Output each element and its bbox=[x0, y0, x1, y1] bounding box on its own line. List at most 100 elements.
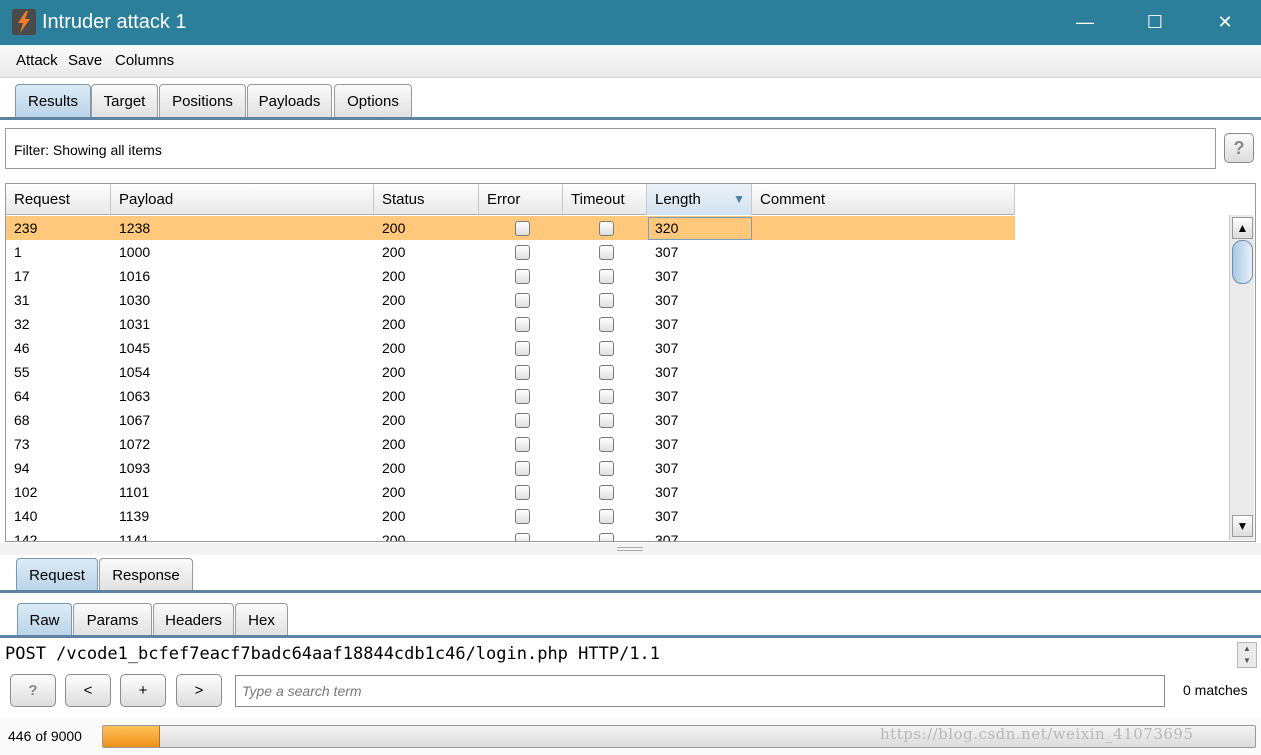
tab-params[interactable]: Params bbox=[73, 603, 152, 637]
sort-descending-icon: ▼ bbox=[733, 192, 745, 206]
error-checkbox bbox=[515, 269, 530, 284]
cell-request: 32 bbox=[14, 316, 30, 332]
raw-scroll-down-arrow-icon[interactable]: ▼ bbox=[1238, 655, 1256, 667]
cell-payload: 1072 bbox=[119, 436, 151, 452]
tab-response[interactable]: Response bbox=[99, 558, 193, 592]
cell-request: 46 bbox=[14, 340, 30, 356]
table-row[interactable]: 102 1101 200 307 bbox=[6, 480, 1015, 504]
cell-status: 200 bbox=[382, 436, 406, 452]
error-checkbox bbox=[515, 245, 530, 260]
cell-length: 307 bbox=[655, 388, 679, 404]
search-matches: 0 matches bbox=[1183, 682, 1248, 698]
cell-payload: 1000 bbox=[119, 244, 151, 260]
timeout-checkbox bbox=[599, 365, 614, 380]
timeout-checkbox bbox=[599, 485, 614, 500]
table-row[interactable]: 239 1238 200 320 bbox=[6, 216, 1015, 240]
column-request[interactable]: Request bbox=[6, 184, 111, 215]
pane-splitter[interactable] bbox=[0, 543, 1261, 555]
tab-underline-3 bbox=[0, 635, 1261, 638]
column-length-label: Length bbox=[655, 191, 701, 208]
error-checkbox bbox=[515, 485, 530, 500]
tab-results[interactable]: Results bbox=[15, 84, 91, 118]
menu-attack[interactable]: Attack bbox=[16, 52, 58, 69]
cell-payload: 1063 bbox=[119, 388, 151, 404]
error-checkbox bbox=[515, 413, 530, 428]
cell-request: 64 bbox=[14, 388, 30, 404]
column-payload[interactable]: Payload bbox=[111, 184, 374, 215]
progress-fill bbox=[103, 726, 161, 747]
tab-request[interactable]: Request bbox=[16, 558, 98, 592]
cell-payload: 1030 bbox=[119, 292, 151, 308]
cell-payload: 1031 bbox=[119, 316, 151, 332]
error-checkbox bbox=[515, 293, 530, 308]
close-button[interactable]: ✕ bbox=[1190, 0, 1260, 45]
focused-cell-outline bbox=[648, 217, 752, 240]
scroll-down-arrow-icon[interactable]: ▼ bbox=[1232, 515, 1253, 537]
menu-columns[interactable]: Columns bbox=[115, 52, 174, 69]
cell-status: 200 bbox=[382, 220, 406, 236]
cell-request: 140 bbox=[14, 508, 38, 524]
scroll-up-arrow-icon[interactable]: ▲ bbox=[1232, 217, 1253, 239]
raw-scroll-up-arrow-icon[interactable]: ▲ bbox=[1238, 643, 1256, 655]
maximize-button[interactable]: ☐ bbox=[1120, 0, 1190, 45]
search-next-button[interactable]: > bbox=[176, 674, 222, 707]
cell-length: 307 bbox=[655, 484, 679, 500]
scroll-thumb[interactable] bbox=[1232, 240, 1253, 284]
table-row[interactable]: 94 1093 200 307 bbox=[6, 456, 1015, 480]
cell-status: 200 bbox=[382, 532, 406, 542]
burp-lightning-icon bbox=[12, 9, 36, 35]
table-row[interactable]: 31 1030 200 307 bbox=[6, 288, 1015, 312]
search-add-button[interactable]: + bbox=[120, 674, 166, 707]
table-row[interactable]: 1 1000 200 307 bbox=[6, 240, 1015, 264]
raw-request-text[interactable]: POST /vcode1_bcfef7eacf7badc64aaf18844cd… bbox=[0, 640, 1236, 668]
cell-request: 239 bbox=[14, 220, 38, 236]
table-row[interactable]: 32 1031 200 307 bbox=[6, 312, 1015, 336]
timeout-checkbox bbox=[599, 437, 614, 452]
table-row[interactable]: 142 1141 200 307 bbox=[6, 528, 1015, 542]
filter-help-button[interactable]: ? bbox=[1224, 133, 1254, 163]
tab-options[interactable]: Options bbox=[334, 84, 412, 118]
table-row[interactable]: 55 1054 200 307 bbox=[6, 360, 1015, 384]
column-timeout[interactable]: Timeout bbox=[563, 184, 647, 215]
tab-underline bbox=[0, 117, 1261, 120]
cell-length: 307 bbox=[655, 460, 679, 476]
table-row[interactable]: 140 1139 200 307 bbox=[6, 504, 1015, 528]
cell-payload: 1141 bbox=[119, 532, 150, 542]
timeout-checkbox bbox=[599, 461, 614, 476]
minimize-button[interactable]: — bbox=[1050, 0, 1120, 45]
search-help-button[interactable]: ? bbox=[10, 674, 56, 707]
column-error[interactable]: Error bbox=[479, 184, 563, 215]
search-previous-button[interactable]: < bbox=[65, 674, 111, 707]
table-scrollbar[interactable]: ▲ ▼ bbox=[1229, 215, 1254, 540]
tab-headers[interactable]: Headers bbox=[153, 603, 234, 637]
view-tab-bar: Raw Params Headers Hex bbox=[0, 603, 1261, 637]
error-checkbox bbox=[515, 365, 530, 380]
progress-count: 446 of 9000 bbox=[8, 728, 82, 744]
tab-hex[interactable]: Hex bbox=[235, 603, 288, 637]
table-row[interactable]: 17 1016 200 307 bbox=[6, 264, 1015, 288]
table-row[interactable]: 68 1067 200 307 bbox=[6, 408, 1015, 432]
timeout-checkbox bbox=[599, 413, 614, 428]
tab-raw[interactable]: Raw bbox=[17, 603, 72, 637]
window-title: Intruder attack 1 bbox=[42, 11, 187, 33]
table-row[interactable]: 64 1063 200 307 bbox=[6, 384, 1015, 408]
menu-save[interactable]: Save bbox=[68, 52, 102, 69]
cell-status: 200 bbox=[382, 340, 406, 356]
column-status[interactable]: Status bbox=[374, 184, 479, 215]
timeout-checkbox bbox=[599, 245, 614, 260]
column-length[interactable]: Length ▼ bbox=[647, 184, 752, 215]
tab-target[interactable]: Target bbox=[91, 84, 158, 118]
raw-text-scrollbar[interactable]: ▲ ▼ bbox=[1237, 642, 1257, 668]
timeout-checkbox bbox=[599, 317, 614, 332]
table-row[interactable]: 73 1072 200 307 bbox=[6, 432, 1015, 456]
tab-payloads[interactable]: Payloads bbox=[247, 84, 332, 118]
column-comment[interactable]: Comment bbox=[752, 184, 1015, 215]
table-row[interactable]: 46 1045 200 307 bbox=[6, 336, 1015, 360]
error-checkbox bbox=[515, 221, 530, 236]
search-input[interactable]: Type a search term bbox=[235, 675, 1165, 707]
header-filler bbox=[1015, 184, 1255, 215]
cell-length: 307 bbox=[655, 268, 679, 284]
filter-bar[interactable]: Filter: Showing all items bbox=[5, 128, 1216, 169]
cell-payload: 1101 bbox=[119, 484, 150, 500]
tab-positions[interactable]: Positions bbox=[159, 84, 246, 118]
